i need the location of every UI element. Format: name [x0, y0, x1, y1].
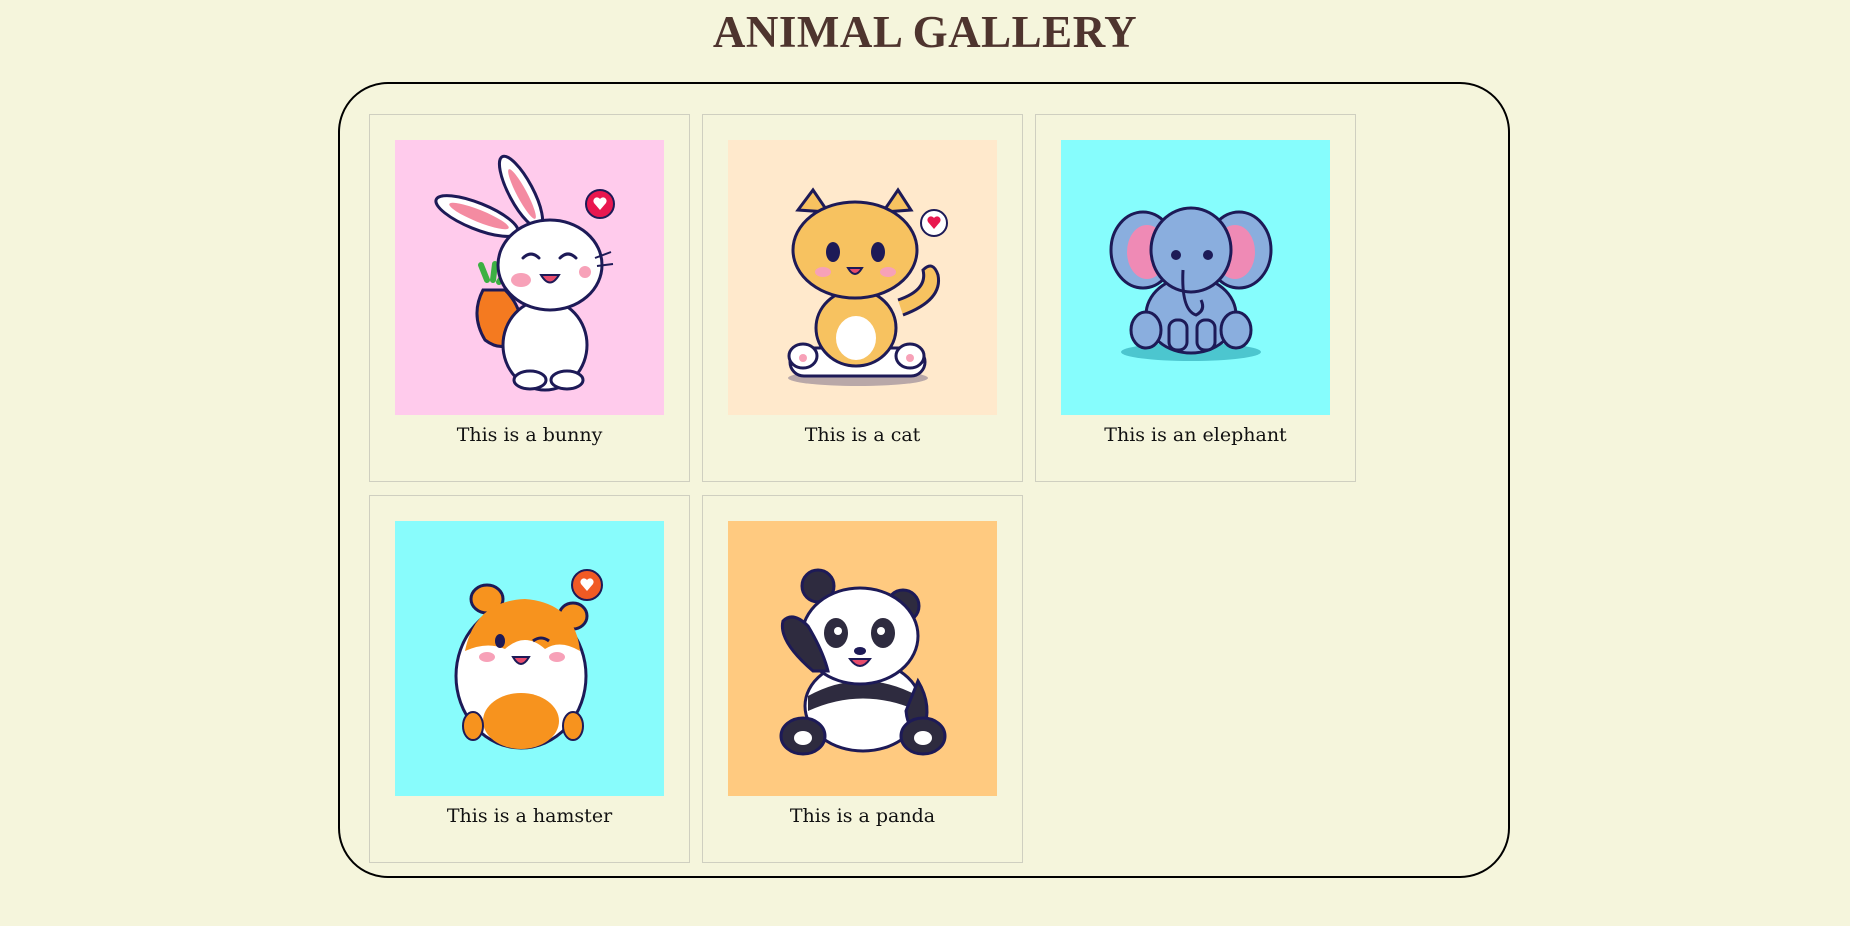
bunny-icon	[434, 154, 615, 392]
hamster-image[interactable]	[395, 521, 664, 796]
gallery-card-elephant[interactable]: This is an elephant	[1035, 114, 1356, 482]
card-caption: This is a bunny	[456, 424, 603, 446]
page-title: ANIMAL GALLERY	[712, 7, 1138, 57]
bunny-image[interactable]	[395, 140, 664, 415]
hamster-icon	[454, 569, 603, 750]
panda-image[interactable]	[728, 521, 997, 796]
card-caption: This is a panda	[789, 805, 936, 827]
gallery-card-bunny[interactable]: This is a bunny	[369, 114, 690, 482]
panda-icon	[779, 568, 947, 756]
cat-icon	[787, 187, 948, 386]
gallery-card-panda[interactable]: This is a panda	[702, 495, 1023, 863]
gallery-card-cat[interactable]: This is a cat	[702, 114, 1023, 482]
card-caption: This is a hamster	[446, 805, 613, 827]
card-caption: This is a cat	[804, 424, 921, 446]
gallery-container: This is a bunny This is a cat This is an…	[338, 82, 1510, 878]
elephant-icon	[1109, 206, 1273, 361]
elephant-image[interactable]	[1061, 140, 1330, 415]
cat-image[interactable]	[728, 140, 997, 415]
gallery-card-hamster[interactable]: This is a hamster	[369, 495, 690, 863]
card-caption: This is an elephant	[1104, 424, 1287, 446]
